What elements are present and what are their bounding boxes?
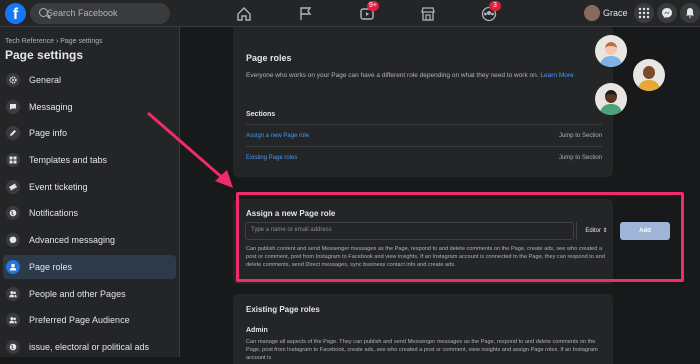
page-roles-heading: Page roles xyxy=(246,53,292,63)
sidebar-item-page-info[interactable]: Page info xyxy=(3,121,176,145)
profile-avatar[interactable] xyxy=(584,5,600,21)
section-link-existing[interactable]: Existing Page roles xyxy=(246,155,297,161)
marketplace-icon[interactable] xyxy=(420,6,436,22)
section-link-assign[interactable]: Assign a new Page role xyxy=(246,133,309,139)
settings-sidebar: Tech Reference › Page settings Page sett… xyxy=(0,27,180,357)
chat-bubble-icon xyxy=(6,100,20,114)
learn-more-link[interactable]: Learn More xyxy=(540,72,573,79)
sidebar-item-label: Page roles xyxy=(29,262,73,272)
sidebar-item-label: Page info xyxy=(29,128,68,138)
jump-to-section-link[interactable]: Jump to Section xyxy=(559,155,602,161)
messenger-button[interactable] xyxy=(657,3,677,23)
sidebar-item-people-and-other-pages[interactable]: People and other Pages xyxy=(3,282,176,306)
groups-icon[interactable]: 3 xyxy=(481,1,501,22)
sidebar-item-advanced-messaging[interactable]: Advanced messaging xyxy=(3,228,176,252)
divider xyxy=(246,146,602,147)
page-title: Page settings xyxy=(5,48,84,62)
sidebar-item-general[interactable]: General xyxy=(3,68,176,92)
sidebar-item-political-ads[interactable]: issue, electoral or political ads xyxy=(3,335,176,359)
pencil-icon xyxy=(6,126,20,140)
menu-button[interactable] xyxy=(634,3,654,23)
people-icon xyxy=(6,313,20,327)
sidebar-item-notifications[interactable]: Notifications xyxy=(3,201,176,225)
admin-role-description: Can manage all aspects of the Page. They… xyxy=(246,339,598,361)
highlight-box xyxy=(236,192,684,282)
messenger-icon xyxy=(6,233,20,247)
messenger-icon xyxy=(662,8,672,18)
sidebar-item-label: Messaging xyxy=(29,102,73,112)
groups-notification-badge: 3 xyxy=(489,1,501,11)
sections-heading: Sections xyxy=(246,111,276,118)
top-navigation-bar: f Search Facebook 9+ 3 Grace xyxy=(0,0,700,27)
illustration-person-2 xyxy=(633,59,665,91)
sidebar-item-label: Event ticketing xyxy=(29,182,88,192)
search-input[interactable]: Search Facebook xyxy=(30,3,170,24)
profile-name[interactable]: Grace xyxy=(603,8,628,18)
jump-to-section-link[interactable]: Jump to Section xyxy=(559,133,602,139)
sidebar-item-label: Templates and tabs xyxy=(29,155,108,165)
sidebar-item-label: issue, electoral or political ads xyxy=(29,342,150,352)
search-placeholder: Search Facebook xyxy=(47,8,118,18)
breadcrumb[interactable]: Tech Reference › Page settings xyxy=(5,38,103,45)
globe-icon xyxy=(6,340,20,354)
existing-heading: Existing Page roles xyxy=(246,305,320,314)
divider xyxy=(246,124,602,125)
sidebar-item-label: General xyxy=(29,75,62,85)
globe-icon xyxy=(6,206,20,220)
sidebar-item-event-ticketing[interactable]: Event ticketing xyxy=(3,175,176,199)
grid-icon xyxy=(6,153,20,167)
sidebar-item-templates-and-tabs[interactable]: Templates and tabs xyxy=(3,148,176,172)
page-roles-description: Everyone who works on your Page can have… xyxy=(246,72,574,79)
page-roles-card: Page roles Everyone who works on your Pa… xyxy=(233,27,665,177)
watch-video-icon[interactable]: 9+ xyxy=(359,1,379,22)
people-icon xyxy=(6,287,20,301)
sidebar-item-messaging[interactable]: Messaging xyxy=(3,95,176,119)
person-icon xyxy=(6,260,20,274)
illustration-person-3 xyxy=(595,83,627,115)
admin-heading: Admin xyxy=(246,327,268,334)
sidebar-item-label: Preferred Page Audience xyxy=(29,315,130,325)
facebook-logo[interactable]: f xyxy=(5,3,26,24)
home-icon[interactable] xyxy=(236,6,252,22)
sidebar-item-label: Advanced messaging xyxy=(29,235,116,245)
sidebar-item-label: Notifications xyxy=(29,208,79,218)
sidebar-item-label: People and other Pages xyxy=(29,289,126,299)
bell-icon xyxy=(686,8,694,18)
sidebar-item-preferred-page-audience[interactable]: Preferred Page Audience xyxy=(3,308,176,332)
sidebar-item-page-roles[interactable]: Page roles xyxy=(3,255,176,279)
gear-icon xyxy=(6,73,20,87)
existing-roles-card: Existing Page roles Admin Can manage all… xyxy=(233,294,613,364)
video-notification-badge: 9+ xyxy=(367,1,379,11)
grid-menu-icon xyxy=(638,7,650,19)
flag-icon[interactable] xyxy=(298,6,314,22)
ticket-icon xyxy=(6,180,20,194)
illustration-person-1 xyxy=(595,35,627,67)
notifications-button[interactable] xyxy=(680,3,700,23)
